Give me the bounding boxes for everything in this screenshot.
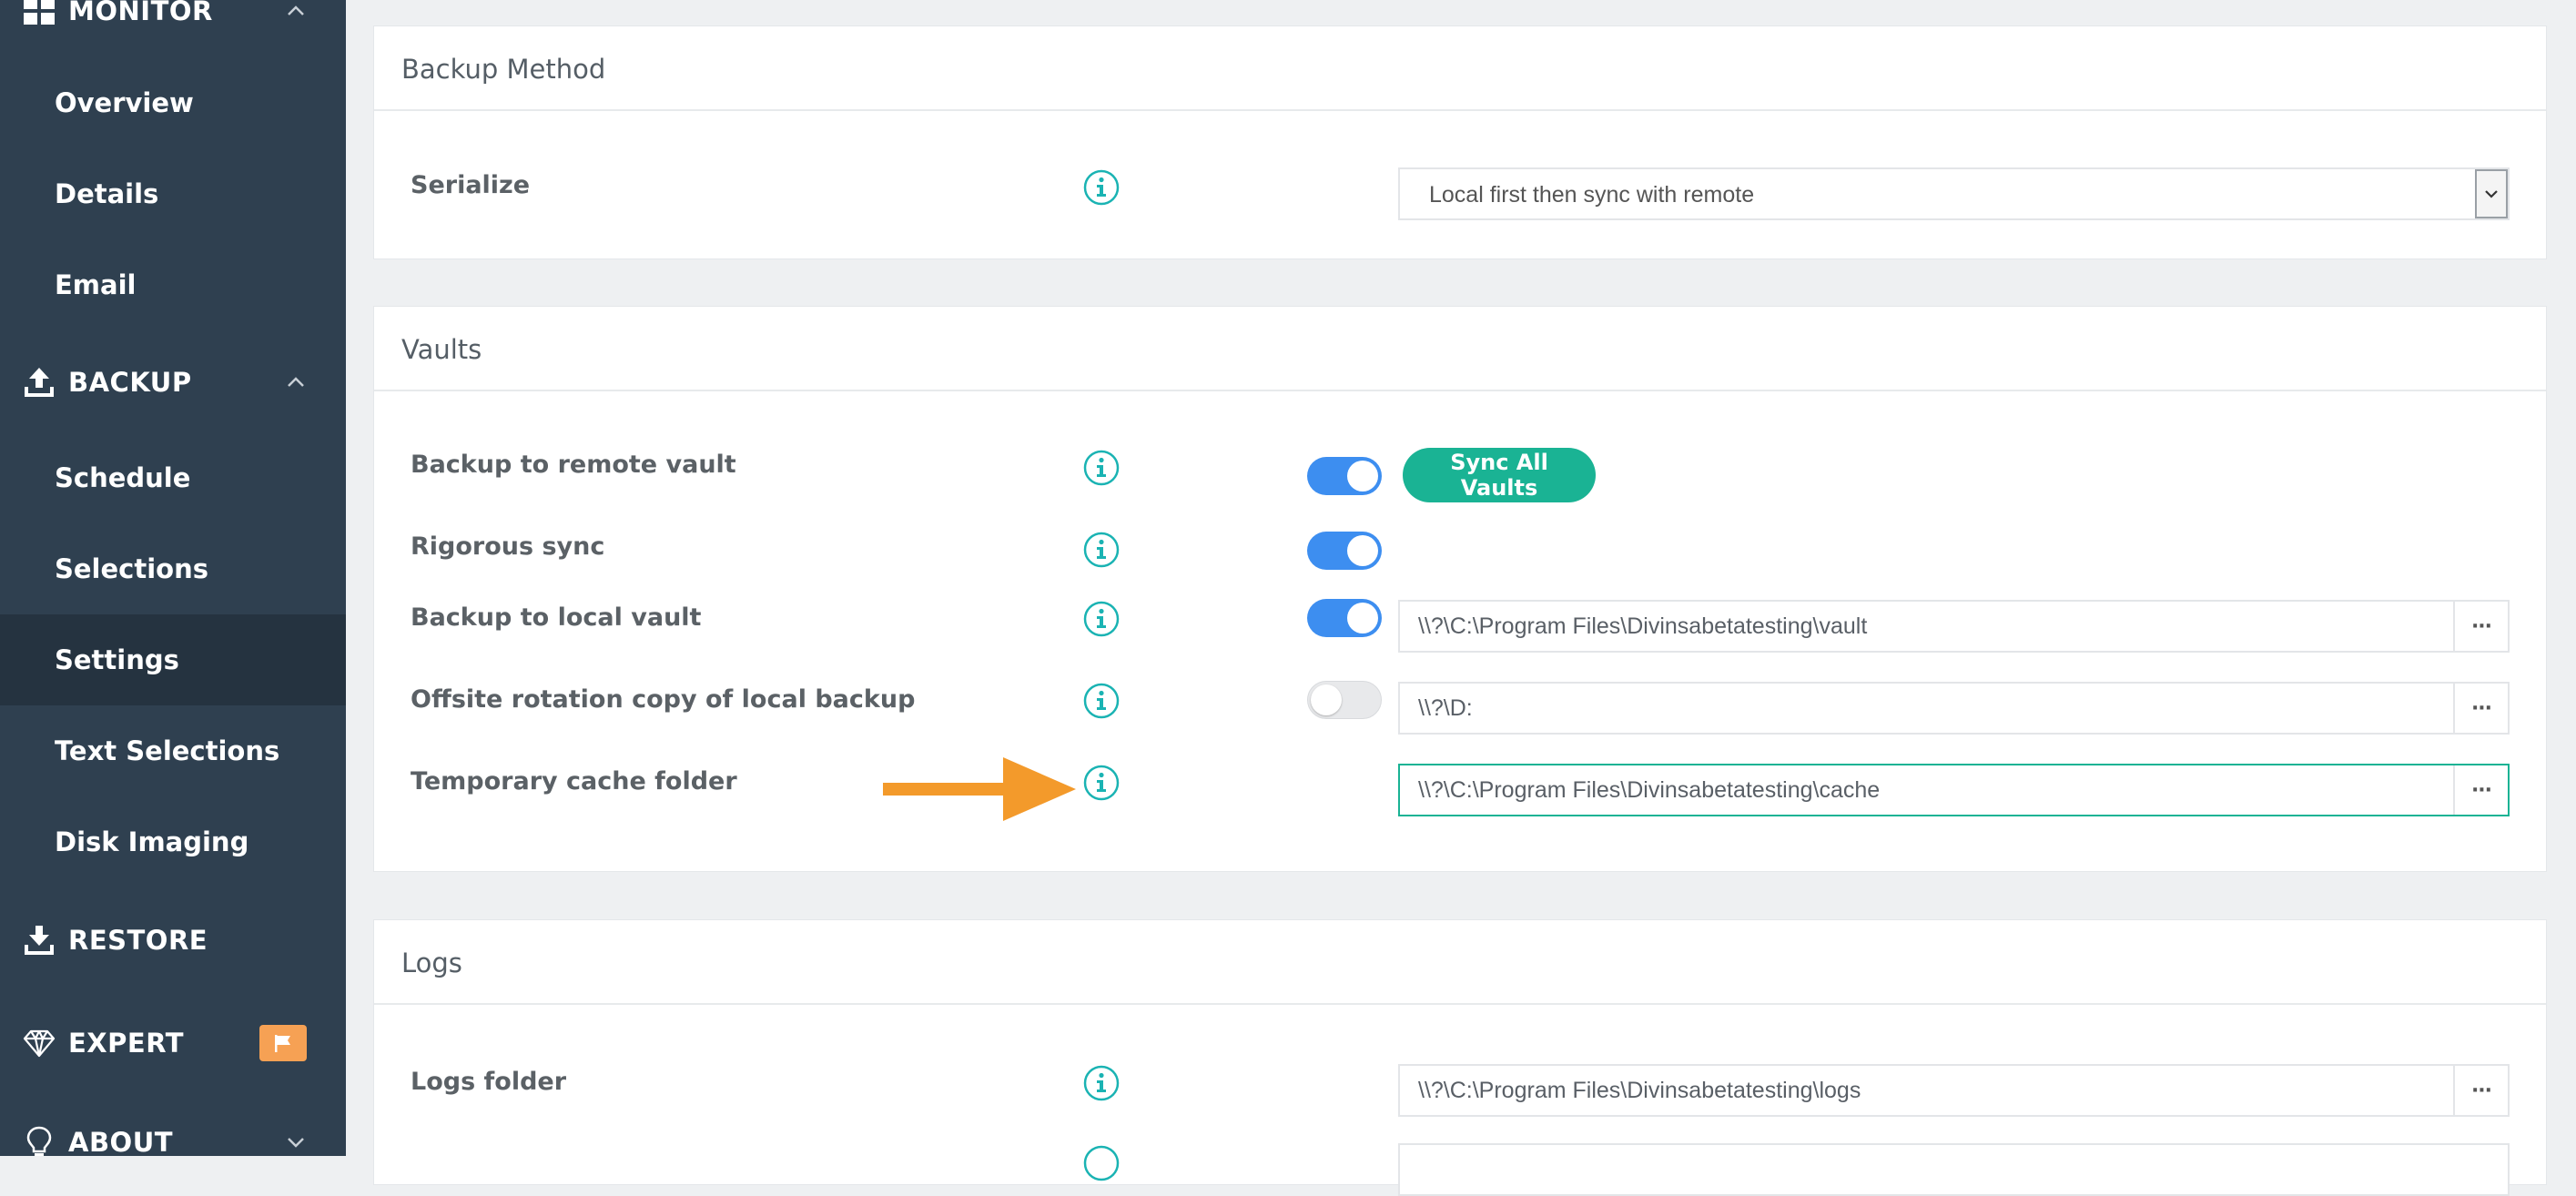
sidebar-section-label: MONITOR — [68, 0, 213, 26]
sync-all-vaults-button[interactable]: Sync All Vaults — [1403, 448, 1596, 502]
browse-button[interactable]: ··· — [2453, 1066, 2508, 1115]
serialize-select[interactable]: Local first then sync with remote — [1398, 167, 2510, 220]
upload-tray-icon — [25, 368, 54, 397]
cache-folder-label: Temporary cache folder — [411, 767, 737, 796]
dashboard-grid-icon — [24, 0, 55, 25]
logs-folder-path-input[interactable] — [1400, 1066, 2456, 1115]
sidebar-item-text-selections[interactable]: Text Selections — [0, 705, 346, 796]
local-vault-path-input[interactable] — [1400, 602, 2456, 651]
chevron-down-icon — [288, 1138, 304, 1148]
rigorous-sync-label: Rigorous sync — [411, 532, 605, 561]
sidebar-item-disk-imaging[interactable]: Disk Imaging — [0, 796, 346, 887]
panel-header: Backup Method — [374, 26, 2546, 111]
sidebar-section-label: BACKUP — [68, 367, 192, 398]
lightbulb-icon — [26, 1126, 52, 1156]
cache-path-field: ··· — [1398, 764, 2510, 816]
rigorous-sync-toggle[interactable] — [1307, 532, 1382, 570]
toggle-knob — [1311, 684, 1342, 715]
sidebar-section-label: ABOUT — [68, 1127, 174, 1158]
remote-vault-label: Backup to remote vault — [411, 451, 736, 479]
chevron-up-icon — [288, 5, 304, 15]
sidebar-section-monitor[interactable]: MONITOR — [0, 0, 346, 56]
chevron-down-icon — [2485, 190, 2498, 198]
info-icon[interactable] — [1082, 1144, 1121, 1182]
offsite-path-field: ··· — [1398, 682, 2510, 735]
sidebar-section-backup[interactable]: BACKUP — [0, 337, 346, 428]
sidebar-item-details[interactable]: Details — [0, 148, 346, 239]
next-path-field[interactable] — [1398, 1143, 2510, 1196]
browse-button[interactable]: ··· — [2453, 602, 2508, 651]
info-icon[interactable] — [1082, 449, 1121, 487]
browse-button[interactable]: ··· — [2453, 684, 2508, 733]
panel-title: Logs — [401, 948, 462, 978]
select-dropdown-button[interactable] — [2475, 169, 2508, 218]
remote-vault-toggle[interactable] — [1307, 457, 1382, 495]
info-icon[interactable] — [1082, 764, 1121, 802]
annotation-arrow-icon — [883, 757, 1076, 821]
serialize-select-value: Local first then sync with remote — [1429, 182, 1755, 208]
sidebar-item-selections[interactable]: Selections — [0, 523, 346, 614]
local-vault-path-field: ··· — [1398, 600, 2510, 653]
sidebar-section-expert[interactable]: EXPERT — [0, 998, 346, 1089]
toggle-knob — [1347, 461, 1378, 492]
panel-title: Backup Method — [401, 54, 606, 85]
sidebar: MONITOR Overview Details Email BACKUP Sc… — [0, 0, 346, 1158]
browse-button[interactable]: ··· — [2453, 765, 2508, 815]
logs-folder-path-field: ··· — [1398, 1064, 2510, 1117]
sidebar-item-settings[interactable]: Settings — [0, 614, 346, 705]
offsite-path-input[interactable] — [1400, 684, 2456, 733]
sidebar-section-restore[interactable]: RESTORE — [0, 895, 346, 986]
toggle-knob — [1347, 535, 1378, 566]
backup-method-panel: Backup Method Serialize Local first then… — [373, 25, 2547, 259]
sidebar-item-overview[interactable]: Overview — [0, 57, 346, 148]
sidebar-section-label: EXPERT — [68, 1028, 185, 1059]
panel-header: Logs — [374, 920, 2546, 1005]
logs-folder-label: Logs folder — [411, 1068, 567, 1096]
sidebar-section-about[interactable]: ABOUT — [0, 1097, 346, 1188]
chevron-up-icon — [288, 377, 304, 387]
cache-path-input[interactable] — [1400, 765, 2456, 815]
vaults-panel: Vaults Backup to remote vault Sync All V… — [373, 306, 2547, 872]
offsite-rotation-toggle[interactable] — [1307, 681, 1382, 719]
logs-panel: Logs Logs folder ··· — [373, 919, 2547, 1196]
info-icon[interactable] — [1082, 1064, 1121, 1102]
expert-badge — [259, 1025, 307, 1061]
local-vault-label: Backup to local vault — [411, 603, 702, 632]
sidebar-section-label: RESTORE — [68, 925, 208, 956]
diamond-icon — [23, 1029, 56, 1058]
panel-header: Vaults — [374, 307, 2546, 391]
info-icon[interactable] — [1082, 531, 1121, 569]
sidebar-item-email[interactable]: Email — [0, 239, 346, 330]
offsite-rotation-label: Offsite rotation copy of local backup — [411, 685, 916, 714]
sidebar-item-schedule[interactable]: Schedule — [0, 432, 346, 523]
info-icon[interactable] — [1082, 600, 1121, 638]
panel-title: Vaults — [401, 334, 482, 365]
info-icon[interactable] — [1082, 682, 1121, 720]
toggle-knob — [1347, 603, 1378, 633]
download-tray-icon — [25, 926, 54, 955]
local-vault-toggle[interactable] — [1307, 599, 1382, 637]
flag-icon — [275, 1035, 290, 1052]
serialize-label: Serialize — [411, 171, 531, 199]
info-icon[interactable] — [1082, 168, 1121, 207]
